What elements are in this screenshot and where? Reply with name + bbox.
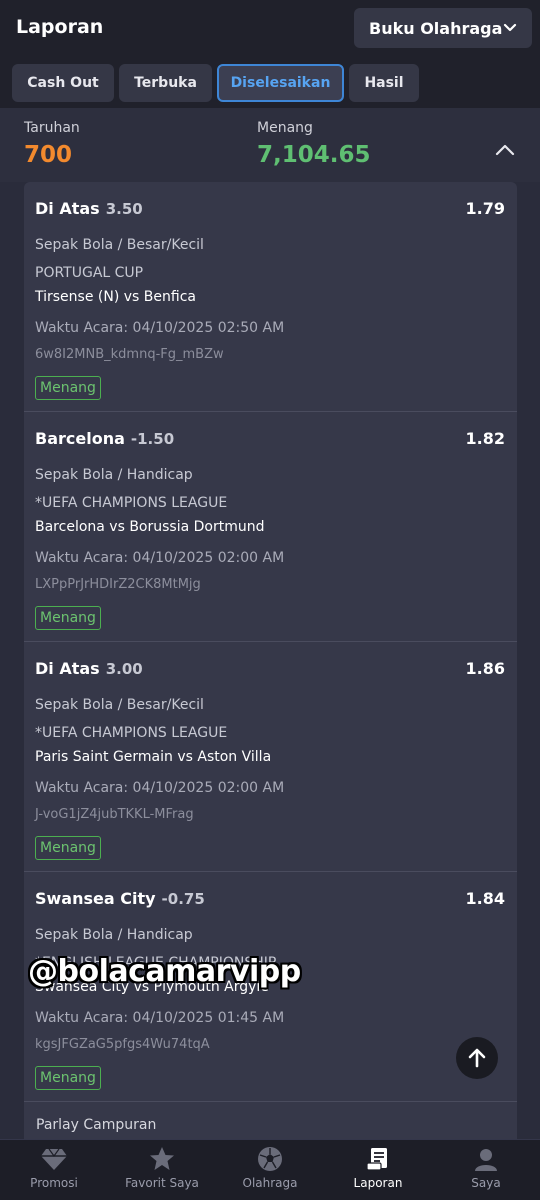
chevron-up-icon[interactable] bbox=[494, 142, 516, 158]
stake-label: Taruhan bbox=[24, 120, 80, 136]
bet-match: Paris Saint Germain vs Aston Villa bbox=[35, 749, 272, 765]
bet-sport: Sepak Bola / Besar/Kecil bbox=[35, 697, 204, 713]
bet-league: PORTUGAL CUP bbox=[35, 265, 144, 281]
status-badge: Menang bbox=[35, 376, 101, 400]
nav-label: Favorit Saya bbox=[125, 1176, 199, 1190]
tab-cash-out[interactable]: Cash Out bbox=[12, 64, 114, 102]
bet-reference: 6w8I2MNB_kdmnq-Fg_mBZw bbox=[35, 347, 224, 362]
bet-league: *UEFA CHAMPIONS LEAGUE bbox=[35, 725, 228, 741]
bet-reference: LXPpPrJrHDIrZ2CK8MtMjg bbox=[35, 577, 201, 592]
star-icon bbox=[150, 1147, 174, 1170]
bet-pick: Di Atas 3.50 bbox=[35, 199, 143, 218]
bet-pick: Swansea City -0.75 bbox=[35, 889, 205, 908]
watermark-text: @bolacamarvipp bbox=[28, 954, 301, 989]
bet-event-time: Waktu Acara: 04/10/2025 01:45 AM bbox=[35, 1010, 285, 1026]
report-icon bbox=[366, 1148, 387, 1171]
scroll-to-top-button[interactable] bbox=[456, 1037, 498, 1079]
user-icon bbox=[475, 1149, 497, 1171]
bet-card[interactable]: Di Atas 3.50 1.79 Sepak Bola / Besar/Keci… bbox=[24, 182, 517, 412]
bet-pick: Di Atas 3.00 bbox=[35, 659, 143, 678]
bet-sport: Sepak Bola / Handicap bbox=[35, 467, 193, 483]
bet-handicap: -0.75 bbox=[161, 890, 205, 908]
nav-olahraga[interactable]: Olahraga bbox=[216, 1140, 324, 1200]
bet-card[interactable]: Barcelona -1.50 1.82 Sepak Bola / Handica… bbox=[24, 412, 517, 642]
nav-favorit-saya[interactable]: Favorit Saya bbox=[108, 1140, 216, 1200]
win-label: Menang bbox=[257, 120, 313, 136]
status-badge: Menang bbox=[35, 606, 101, 630]
stake-value: 700 bbox=[24, 142, 73, 168]
top-bar: Laporan Buku Olahraga bbox=[0, 0, 540, 58]
bet-odds: 1.82 bbox=[465, 429, 505, 448]
tab-settled[interactable]: Diselesaikan bbox=[217, 64, 344, 102]
parlay-heading: Parlay Campuran bbox=[36, 1117, 157, 1133]
soccer-ball-icon bbox=[258, 1147, 282, 1171]
bet-summary: Taruhan 700 Menang 7,104.65 bbox=[0, 108, 540, 182]
status-badge: Menang bbox=[35, 1066, 101, 1090]
nav-label: Olahraga bbox=[242, 1176, 298, 1190]
win-value: 7,104.65 bbox=[257, 142, 371, 168]
bet-odds: 1.79 bbox=[465, 199, 505, 218]
tab-results[interactable]: Hasil bbox=[349, 64, 419, 102]
nav-laporan[interactable]: Laporan bbox=[324, 1140, 432, 1200]
bet-handicap: 3.00 bbox=[105, 660, 143, 678]
arrow-up-icon bbox=[468, 1048, 486, 1068]
bet-event-time: Waktu Acara: 04/10/2025 02:50 AM bbox=[35, 320, 285, 336]
bet-card[interactable]: Di Atas 3.00 1.86 Sepak Bola / Besar/Keci… bbox=[24, 642, 517, 872]
sportsbook-select-label: Buku Olahraga bbox=[369, 18, 503, 38]
nav-saya[interactable]: Saya bbox=[432, 1140, 540, 1200]
diamond-icon bbox=[41, 1148, 67, 1170]
bet-odds: 1.86 bbox=[465, 659, 505, 678]
bet-match: Barcelona vs Borussia Dortmund bbox=[35, 519, 265, 535]
nav-promosi[interactable]: Promosi bbox=[0, 1140, 108, 1200]
bet-event-time: Waktu Acara: 04/10/2025 02:00 AM bbox=[35, 550, 285, 566]
bet-league: *UEFA CHAMPIONS LEAGUE bbox=[35, 495, 228, 511]
bottom-nav: Promosi Favorit Saya Olahraga Laporan Sa… bbox=[0, 1139, 540, 1200]
chevron-down-icon bbox=[503, 23, 517, 32]
bet-odds: 1.84 bbox=[465, 889, 505, 908]
status-badge: Menang bbox=[35, 836, 101, 860]
sportsbook-select[interactable]: Buku Olahraga bbox=[354, 8, 532, 48]
bet-sport: Sepak Bola / Besar/Kecil bbox=[35, 237, 204, 253]
tab-open[interactable]: Terbuka bbox=[119, 64, 212, 102]
nav-label: Saya bbox=[471, 1176, 501, 1190]
page-title: Laporan bbox=[16, 16, 104, 38]
bet-pick: Barcelona -1.50 bbox=[35, 429, 175, 448]
bet-handicap: -1.50 bbox=[130, 430, 175, 448]
bet-sport: Sepak Bola / Handicap bbox=[35, 927, 193, 943]
nav-label: Promosi bbox=[30, 1176, 78, 1190]
report-tabs: Cash Out Terbuka Diselesaikan Hasil bbox=[0, 58, 540, 108]
bet-match: Tirsense (N) vs Benfica bbox=[35, 289, 196, 305]
bet-reference: J-voG1jZ4jubTKKL-MFrag bbox=[35, 807, 194, 822]
bet-handicap: 3.50 bbox=[105, 200, 143, 218]
bet-event-time: Waktu Acara: 04/10/2025 02:00 AM bbox=[35, 780, 285, 796]
nav-label: Laporan bbox=[353, 1176, 403, 1190]
bet-reference: kgsJFGZaG5pfgs4Wu74tqA bbox=[35, 1037, 210, 1052]
bet-list: Di Atas 3.50 1.79 Sepak Bola / Besar/Keci… bbox=[24, 182, 517, 1139]
